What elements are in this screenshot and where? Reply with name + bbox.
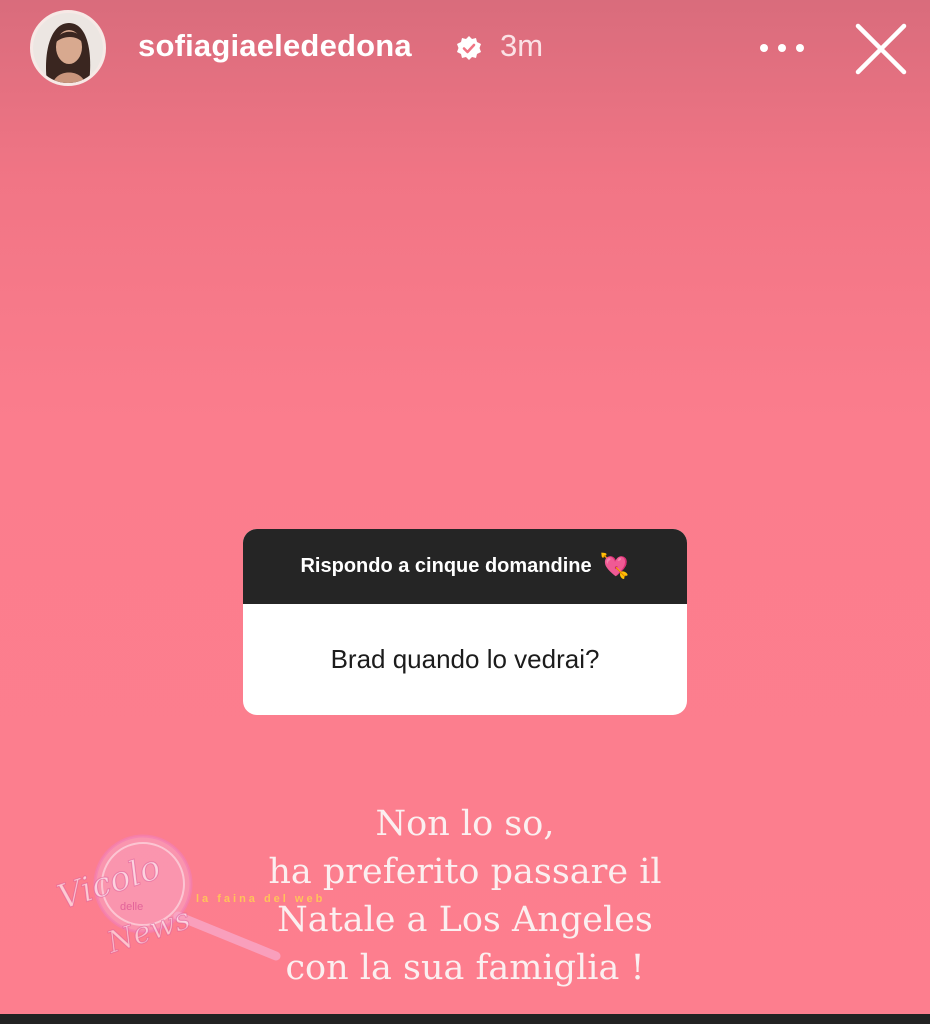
question-sticker-body: Brad quando lo vedrai? bbox=[243, 604, 687, 715]
profile-avatar[interactable] bbox=[30, 10, 106, 86]
post-time: 3m bbox=[500, 28, 544, 63]
bottom-bar bbox=[0, 1014, 930, 1024]
watermark-tagline: la faina del web bbox=[196, 893, 326, 905]
question-text: Brad quando lo vedrai? bbox=[330, 644, 600, 674]
avatar-image bbox=[33, 13, 103, 83]
question-sticker-header: Rispondo a cinque domandine 💘 bbox=[243, 529, 687, 604]
close-icon[interactable] bbox=[852, 20, 910, 78]
question-sticker-prompt: Rispondo a cinque domandine bbox=[300, 555, 592, 577]
heart-arrow-icon: 💘 bbox=[599, 553, 630, 580]
dot bbox=[778, 44, 786, 52]
username[interactable]: sofiagiaelededona bbox=[138, 28, 412, 64]
story-header: sofiagiaelededona 3m bbox=[0, 0, 930, 100]
dot bbox=[796, 44, 804, 52]
svg-text:delle: delle bbox=[120, 901, 143, 913]
question-sticker[interactable]: Rispondo a cinque domandine 💘 Brad quand… bbox=[243, 529, 687, 715]
dot bbox=[760, 44, 768, 52]
verified-badge-icon bbox=[457, 36, 481, 60]
more-options-icon[interactable] bbox=[760, 34, 804, 62]
